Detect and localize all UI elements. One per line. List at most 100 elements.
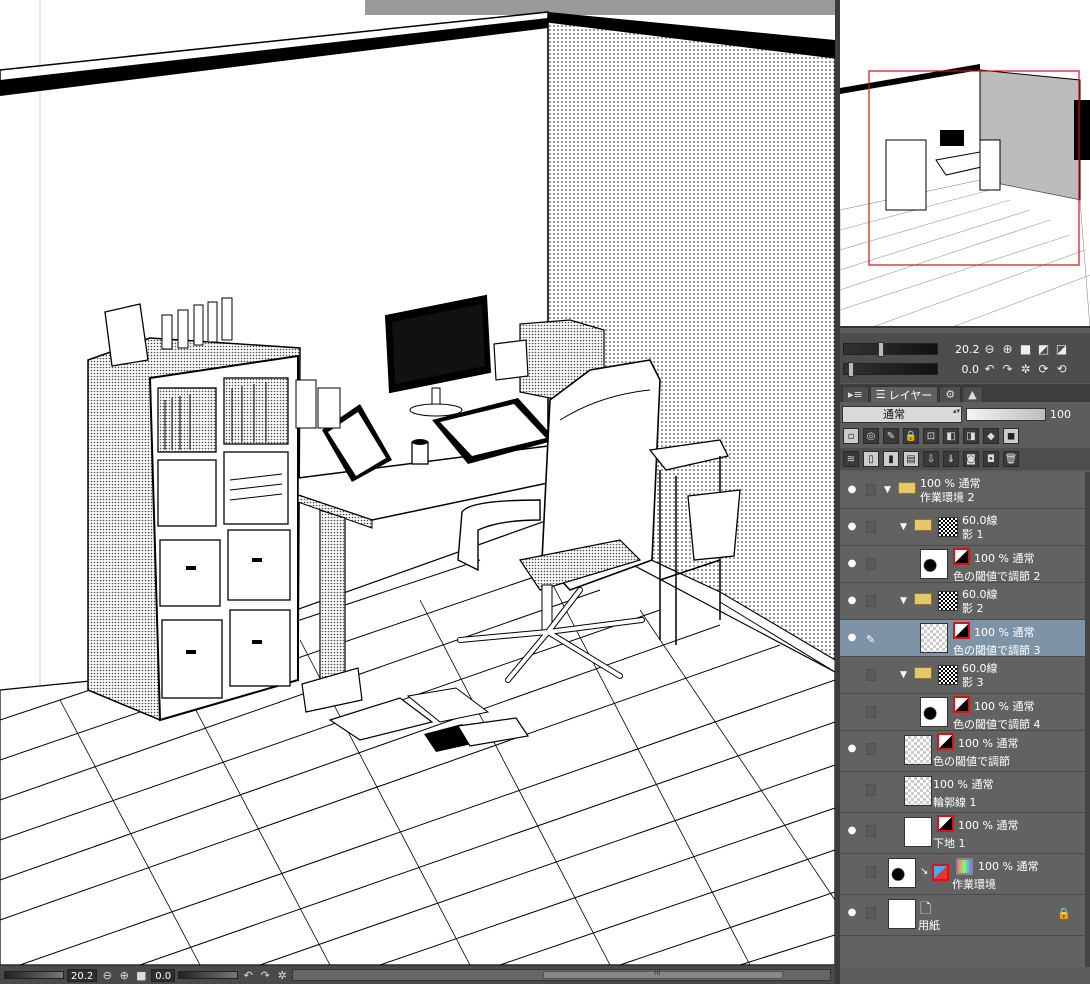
eye-hidden-icon[interactable]: ●	[846, 866, 858, 878]
rotate-right-icon[interactable]: ↷	[1000, 362, 1015, 377]
lock-toggle[interactable]	[866, 558, 876, 570]
flip-vertical-icon[interactable]: ◪	[1054, 342, 1069, 357]
rotate-left-icon[interactable]: ↶	[241, 968, 255, 982]
reset-rotation-icon[interactable]: ✲	[1018, 362, 1033, 377]
layer-row[interactable]: ● ▼ 60.0線 影 1	[840, 509, 1085, 546]
layer-stack-icon[interactable]: ≋	[843, 451, 859, 467]
fit-view-icon[interactable]: ■	[1018, 342, 1033, 357]
padlock-icon[interactable]: 🔒	[1057, 907, 1071, 920]
zoom-out-icon[interactable]: ⊖	[982, 342, 997, 357]
flip-horizontal-icon[interactable]: ◩	[1036, 342, 1051, 357]
delete-layer-icon[interactable]: 🗑	[1003, 451, 1019, 467]
horizontal-scrollbar[interactable]: III	[292, 969, 831, 981]
ruler-icon[interactable]: ◨	[963, 428, 979, 444]
nav-zoom-slider[interactable]	[843, 342, 938, 357]
layer-color-icon[interactable]: ▫	[843, 428, 859, 444]
lock-toggle[interactable]	[866, 784, 876, 796]
lock-icon[interactable]: 🔒	[903, 428, 919, 444]
layer-row[interactable]: ● 100 % 通常 色の閾値で調節	[840, 731, 1085, 772]
scrollbar-thumb[interactable]: III	[543, 969, 784, 979]
eye-icon[interactable]: ●	[846, 484, 858, 496]
eye-icon[interactable]: ●	[846, 825, 858, 837]
mask-enable-icon[interactable]: ◧	[943, 428, 959, 444]
reset-view-icon[interactable]: ⟲	[1054, 362, 1069, 377]
status-zoom-slider[interactable]	[4, 971, 64, 979]
nav-zoom-value[interactable]: 20.2	[955, 343, 980, 356]
layer-options-row: ▫ ◎ ✎ 🔒 ⊡ ◧ ◨ ◆ ◼	[840, 425, 1090, 447]
layer-row[interactable]: ● ↘ 100 % 通常 作業環境	[840, 854, 1085, 895]
search-layer-icon: ▲	[968, 388, 977, 401]
lock-toggle[interactable]	[866, 866, 876, 878]
new-folder-icon[interactable]: ▤	[903, 451, 919, 467]
palette-color-icon[interactable]: ◆	[983, 428, 999, 444]
layer-color-swatch-icon[interactable]: ◼	[1003, 428, 1019, 444]
layer-row[interactable]: ● 🗋 用紙 🔒	[840, 895, 1085, 936]
status-rotation-slider[interactable]	[178, 971, 239, 979]
layer-scrollbar[interactable]	[1085, 472, 1090, 967]
eye-icon[interactable]: ●	[846, 558, 858, 570]
navigator-preview[interactable]	[840, 0, 1090, 328]
layer-row[interactable]: ● ▼ 100 % 通常 作業環境 2	[840, 472, 1085, 509]
create-mask-icon[interactable]: ◙	[963, 451, 979, 467]
layer-row-selected[interactable]: ● ✎ 100 % 通常 色の閾値で調節 3	[840, 620, 1085, 657]
layer-row[interactable]: ● ▼ 60.0線 影 2	[840, 583, 1085, 620]
new-raster-layer-icon[interactable]: ▯	[863, 451, 879, 467]
nav-rotation-slider[interactable]	[843, 362, 938, 377]
apply-mask-icon[interactable]: ◘	[983, 451, 999, 467]
zoom-in-icon[interactable]: ⊕	[1000, 342, 1015, 357]
lock-toggle[interactable]	[866, 521, 876, 533]
expand-icon[interactable]: ▼	[900, 522, 907, 532]
lock-toggle[interactable]	[866, 825, 876, 837]
layer-row[interactable]: ● 100 % 通常 輪郭線 1	[840, 772, 1085, 813]
lock-toggle[interactable]	[866, 907, 876, 919]
zoom-out-icon[interactable]: ⊖	[100, 968, 114, 982]
layer-name: 作業環境 2	[920, 491, 975, 504]
correction-icon	[937, 733, 954, 750]
transfer-down-icon[interactable]: ⇩	[923, 451, 939, 467]
layer-row[interactable]: ● 100 % 通常 色の閾値で調節 4	[840, 694, 1085, 731]
blend-mode-select[interactable]: 通常	[842, 405, 962, 423]
expand-icon[interactable]: ▼	[900, 596, 907, 606]
layer-row[interactable]: ● 100 % 通常 下地 1	[840, 813, 1085, 854]
fit-screen-icon[interactable]: ■	[134, 968, 148, 982]
expand-icon[interactable]: ▼	[884, 485, 891, 495]
blend-mode-bar: 通常 100	[840, 403, 1090, 425]
opacity-value[interactable]: 100	[1050, 408, 1071, 421]
eye-icon[interactable]: ●	[846, 743, 858, 755]
app-window: 20.2 ⊖ ⊕ ■ 0.0 ↶ ↷ ✲ III 20.2 ⊖ ⊕ ■ ◩ ◪ …	[0, 0, 1090, 984]
opacity-slider[interactable]	[966, 407, 1046, 421]
eye-icon[interactable]: ●	[846, 595, 858, 607]
eye-icon[interactable]: ●	[846, 521, 858, 533]
eye-icon[interactable]: ●	[846, 632, 858, 644]
eye-hidden-icon[interactable]: ●	[846, 669, 858, 681]
layer-row[interactable]: ● ▼ 60.0線 影 3	[840, 657, 1085, 694]
lock-toggle[interactable]	[866, 706, 876, 718]
lock-transparency-icon[interactable]: ⊡	[923, 428, 939, 444]
nav-rotation-value[interactable]: 0.0	[955, 363, 980, 376]
rotate-right-icon[interactable]: ↷	[258, 968, 272, 982]
rotate-view-icon[interactable]: ⟳	[1036, 362, 1051, 377]
eye-hidden-icon[interactable]: ●	[846, 706, 858, 718]
status-rotation-value[interactable]: 0.0	[151, 968, 176, 982]
tab-menu[interactable]: ▸≡	[842, 386, 869, 402]
drawing-canvas[interactable]	[0, 0, 835, 965]
reference-icon[interactable]: ✎	[883, 428, 899, 444]
lock-toggle[interactable]	[866, 595, 876, 607]
eye-hidden-icon[interactable]: ●	[846, 784, 858, 796]
lock-toggle[interactable]	[866, 669, 876, 681]
eye-icon[interactable]: ●	[846, 907, 858, 919]
merge-down-icon[interactable]: ⇓	[943, 451, 959, 467]
expand-icon[interactable]: ▼	[900, 670, 907, 680]
tab-layer-property[interactable]: ⚙	[939, 386, 962, 402]
rotate-left-icon[interactable]: ↶	[982, 362, 997, 377]
lock-toggle[interactable]	[866, 484, 876, 496]
clip-icon[interactable]: ◎	[863, 428, 879, 444]
reset-rotation-icon[interactable]: ✲	[275, 968, 289, 982]
new-vector-layer-icon[interactable]: ▮	[883, 451, 899, 467]
tab-search-layer[interactable]: ▲	[962, 386, 983, 402]
status-zoom-value[interactable]: 20.2	[67, 968, 98, 982]
tab-layers[interactable]: ☰ レイヤー	[869, 386, 939, 402]
zoom-in-icon[interactable]: ⊕	[117, 968, 131, 982]
lock-toggle[interactable]	[866, 743, 876, 755]
layer-row[interactable]: ● 100 % 通常 色の閾値で調節 2	[840, 546, 1085, 583]
